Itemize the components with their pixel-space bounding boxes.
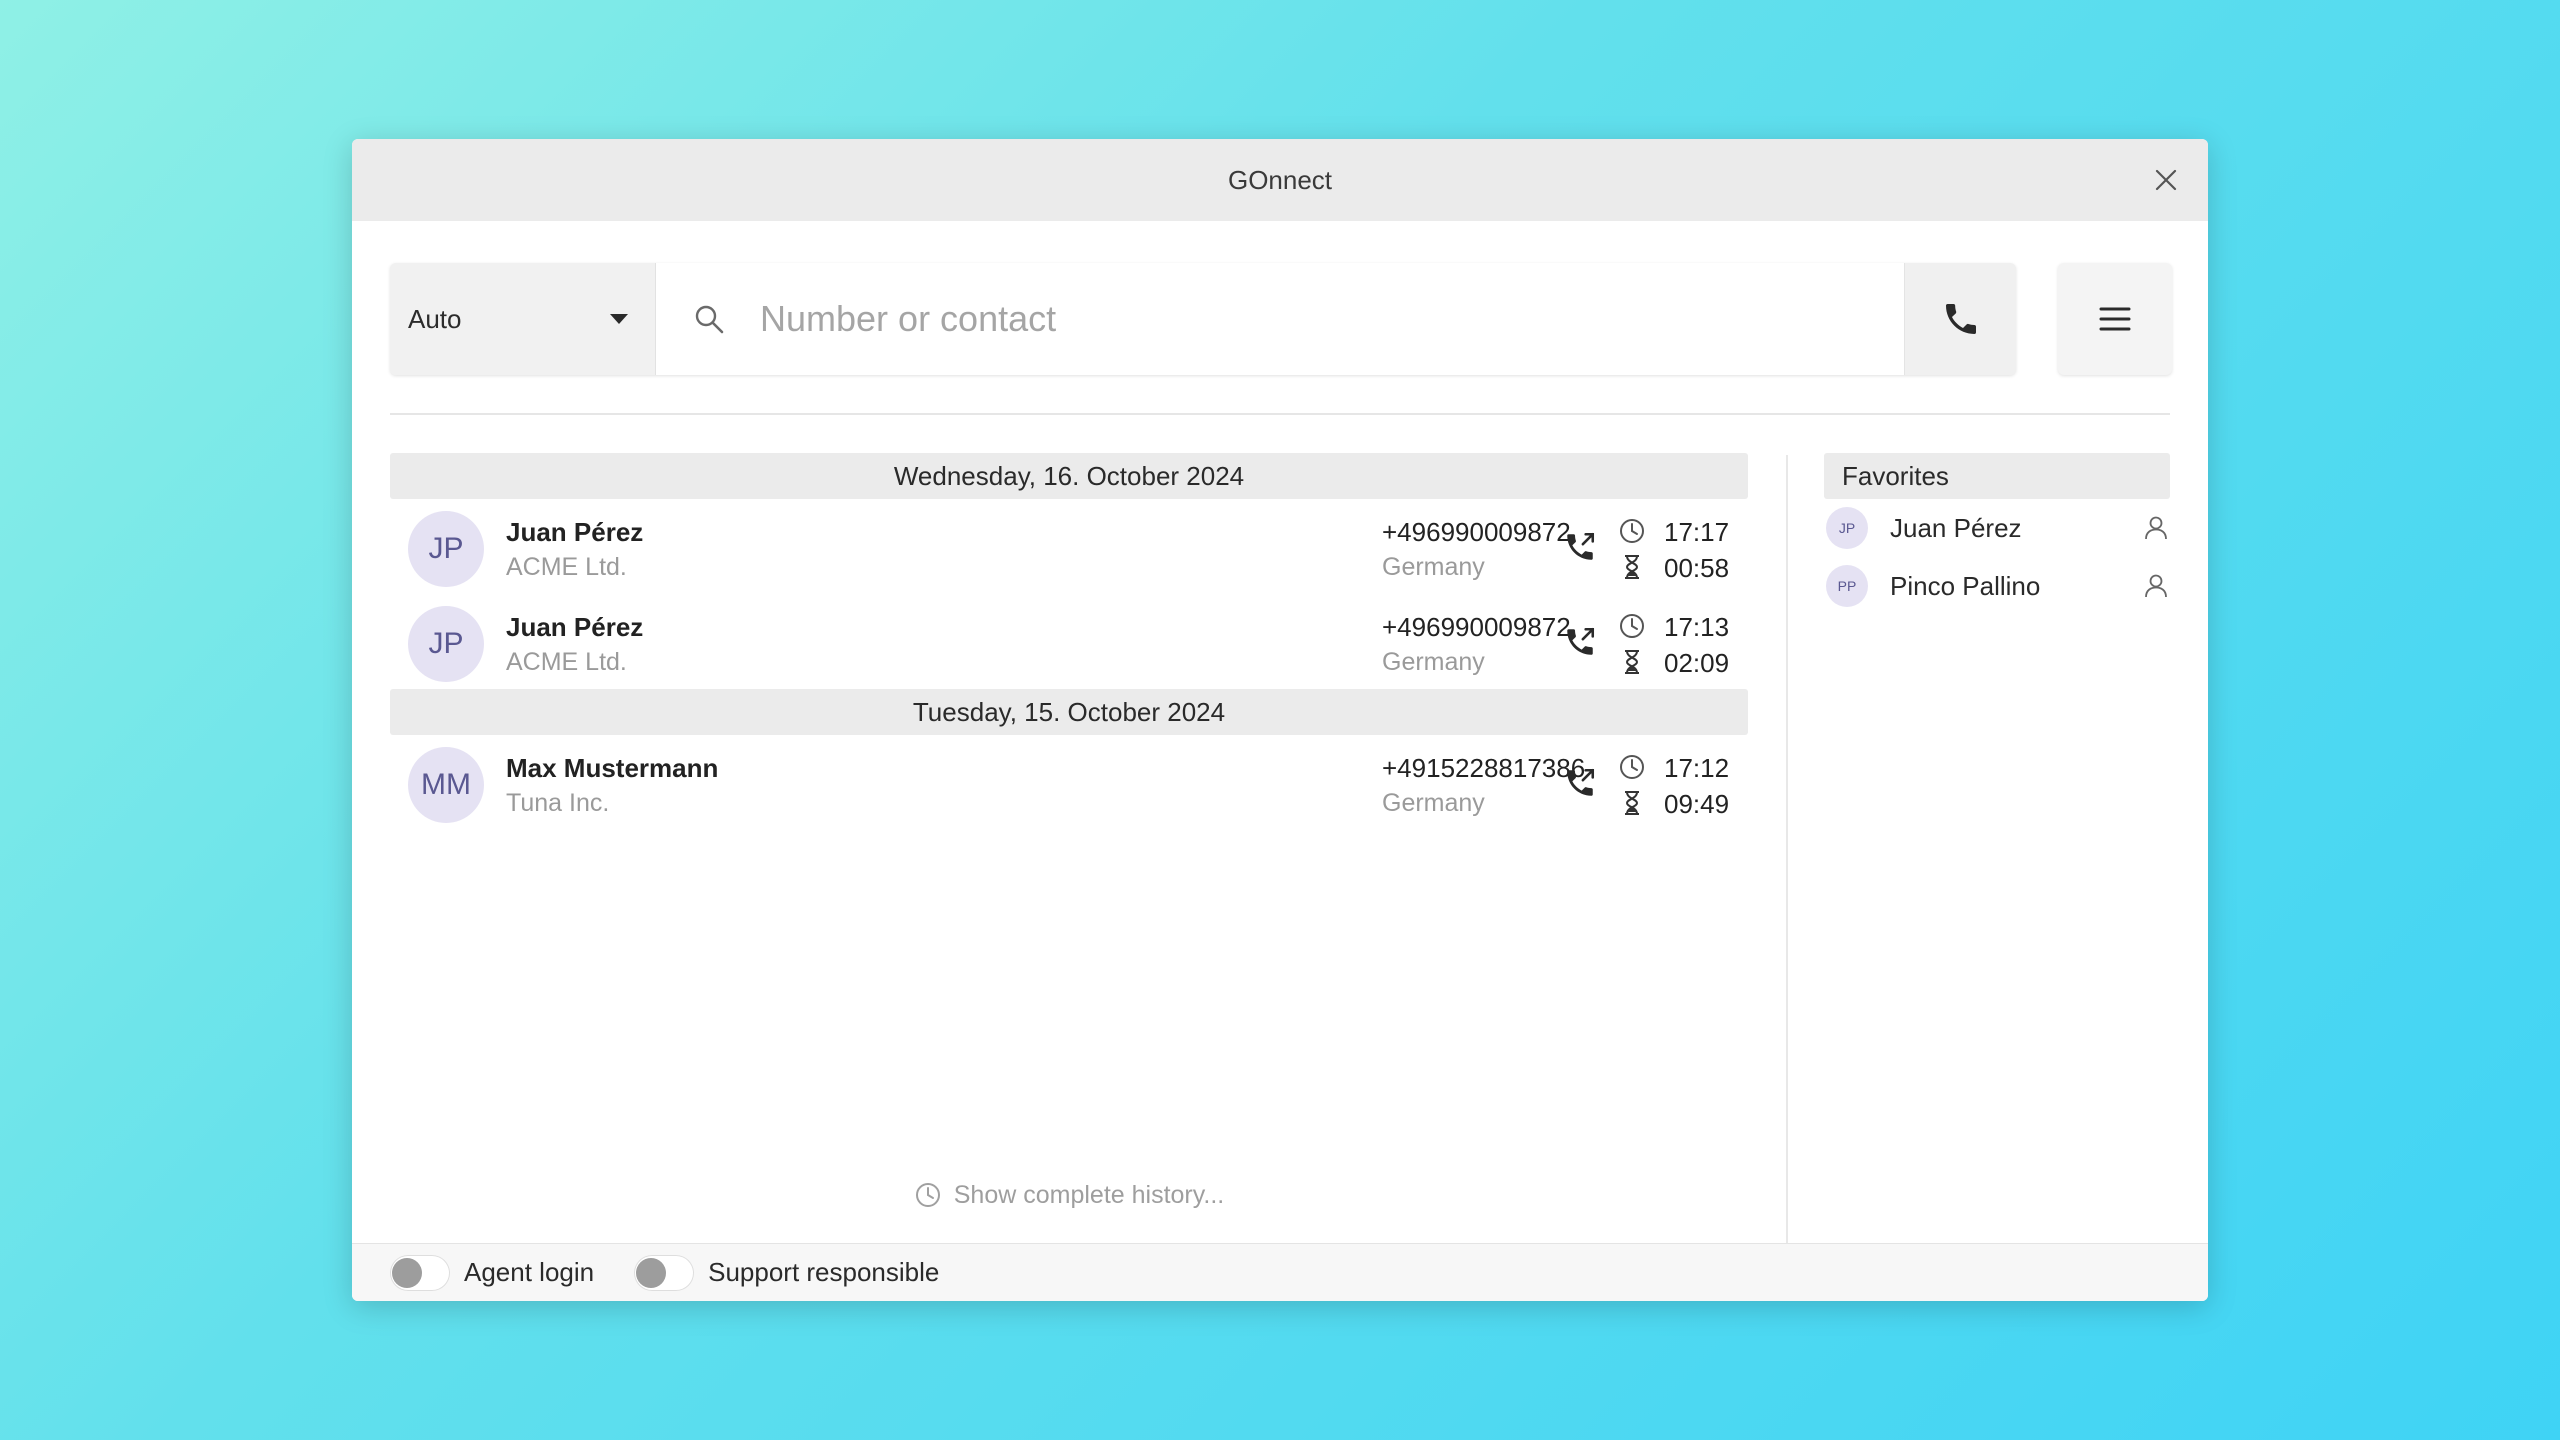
hourglass-icon bbox=[1625, 650, 1639, 674]
toolbar: Auto bbox=[390, 263, 2172, 375]
close-icon bbox=[2155, 169, 2177, 191]
mode-select-value: Auto bbox=[408, 303, 462, 334]
person-icon[interactable] bbox=[2142, 572, 2170, 600]
contact-name: Max Mustermann bbox=[506, 753, 719, 783]
hourglass-icon bbox=[1625, 791, 1639, 815]
call-time: 17:17 bbox=[1664, 517, 1730, 547]
dial-bar: Auto bbox=[390, 263, 2016, 375]
call-row[interactable]: MM Max Mustermann Tuna Inc. +49152288173… bbox=[390, 735, 1748, 830]
call-time: 17:13 bbox=[1664, 612, 1730, 642]
outgoing-call-icon bbox=[1567, 532, 1595, 560]
window-title: GOnnect bbox=[1227, 164, 1333, 195]
avatar: MM bbox=[408, 747, 484, 823]
favorites-panel: Favorites JP Juan Pérez PP Pinco Pallino bbox=[1824, 453, 2170, 615]
clock-icon bbox=[1620, 755, 1644, 779]
favorite-avatar: JP bbox=[1826, 507, 1868, 549]
agent-login-label: Agent login bbox=[464, 1257, 595, 1287]
country: Germany bbox=[1382, 648, 1485, 676]
country: Germany bbox=[1382, 553, 1485, 581]
call-button[interactable] bbox=[1904, 263, 2016, 375]
phone-number: +4915228817386 bbox=[1382, 753, 1586, 783]
call-type bbox=[1560, 622, 1600, 662]
show-history-link[interactable]: Show complete history... bbox=[352, 1175, 1786, 1215]
support-responsible-label: Support responsible bbox=[708, 1257, 940, 1287]
call-row[interactable]: JP Juan Pérez ACME Ltd. +496990009872 Ge… bbox=[390, 594, 1748, 689]
avatar: JP bbox=[408, 606, 484, 682]
show-history-label: Show complete history... bbox=[953, 1180, 1225, 1209]
call-duration: 00:58 bbox=[1664, 553, 1730, 583]
contact-name: Juan Pérez bbox=[506, 612, 644, 642]
clock-icon bbox=[1620, 614, 1644, 638]
person-icon[interactable] bbox=[2142, 514, 2170, 542]
hourglass-icon bbox=[1625, 555, 1639, 579]
support-responsible-toggle[interactable] bbox=[634, 1254, 695, 1291]
panel-divider bbox=[1786, 455, 1788, 1301]
outgoing-call-icon bbox=[1567, 627, 1595, 655]
favorites-header: Favorites bbox=[1824, 453, 2170, 499]
date-header: Wednesday, 16. October 2024 bbox=[390, 453, 1748, 499]
avatar: JP bbox=[408, 511, 484, 587]
mode-select[interactable]: Auto bbox=[390, 263, 656, 375]
favorite-avatar: PP bbox=[1826, 565, 1868, 607]
company-name: Tuna Inc. bbox=[506, 789, 610, 817]
call-row[interactable]: JP Juan Pérez ACME Ltd. +496990009872 Ge… bbox=[390, 499, 1748, 594]
toggle-knob bbox=[392, 1257, 422, 1288]
title-bar: GOnnect bbox=[352, 139, 2208, 221]
menu-button[interactable] bbox=[2058, 263, 2172, 375]
call-duration: 09:49 bbox=[1664, 789, 1730, 819]
company-name: ACME Ltd. bbox=[506, 648, 627, 676]
outgoing-call-icon bbox=[1567, 768, 1595, 796]
phone-icon bbox=[1945, 304, 1976, 334]
search-field bbox=[656, 263, 1904, 375]
date-header: Tuesday, 15. October 2024 bbox=[390, 689, 1748, 735]
favorite-name: Pinco Pallino bbox=[1890, 570, 2041, 601]
call-type bbox=[1560, 527, 1600, 567]
phone-number: +496990009872 bbox=[1382, 517, 1571, 547]
call-type bbox=[1560, 763, 1600, 803]
phone-number: +496990009872 bbox=[1382, 612, 1571, 642]
caret-down-icon bbox=[610, 314, 628, 324]
favorite-item[interactable]: JP Juan Pérez bbox=[1824, 499, 2170, 557]
toggle-knob bbox=[636, 1257, 667, 1288]
company-name: ACME Ltd. bbox=[506, 553, 627, 581]
app-window: GOnnect Auto Number or contact Wednesday… bbox=[352, 139, 2208, 1301]
country: Germany bbox=[1382, 789, 1485, 817]
call-time: 17:12 bbox=[1664, 753, 1730, 783]
clock-icon bbox=[1620, 519, 1644, 543]
close-button[interactable] bbox=[2146, 160, 2186, 200]
agent-login-toggle[interactable] bbox=[390, 1254, 450, 1291]
call-duration: 02:09 bbox=[1664, 648, 1730, 678]
favorite-name: Juan Pérez bbox=[1890, 512, 2022, 543]
history-clock-icon bbox=[915, 1183, 940, 1207]
search-input[interactable] bbox=[760, 298, 1904, 340]
contact-name: Juan Pérez bbox=[506, 517, 644, 547]
favorite-item[interactable]: PP Pinco Pallino bbox=[1824, 557, 2170, 615]
hamburger-menu-icon bbox=[2099, 307, 2131, 331]
call-history: Wednesday, 16. October 2024 JP Juan Pére… bbox=[390, 453, 1748, 830]
toolbar-divider bbox=[390, 413, 2170, 415]
search-icon bbox=[695, 305, 724, 334]
status-footer: Agent login Support responsible bbox=[352, 1243, 2208, 1301]
